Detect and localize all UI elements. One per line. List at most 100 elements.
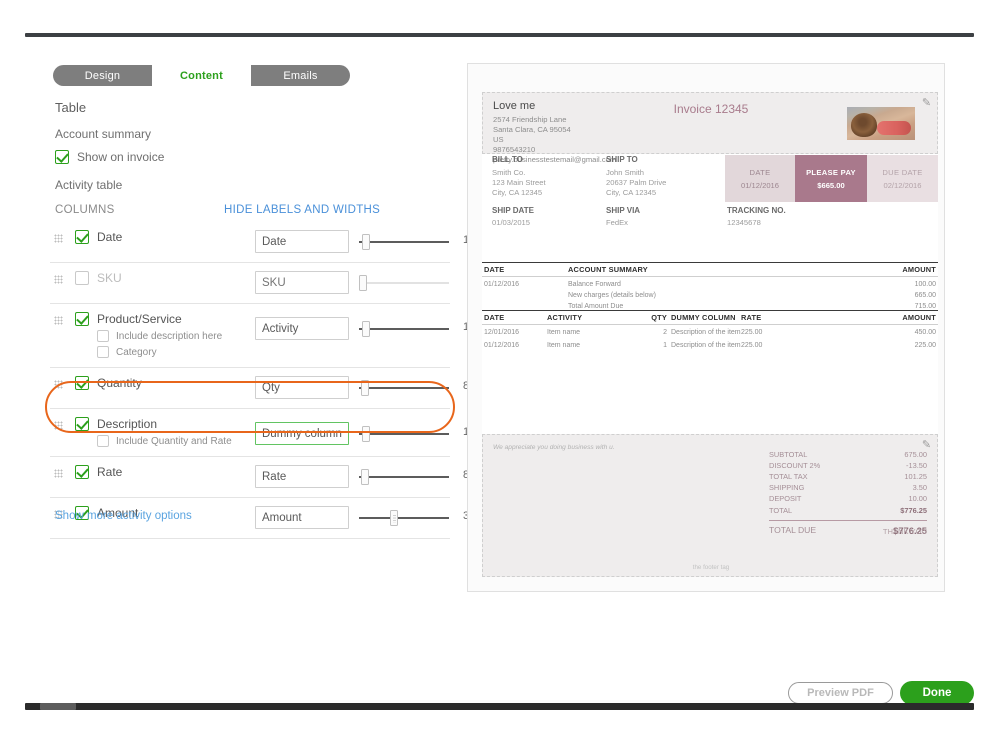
slider-thumb[interactable] <box>362 234 371 250</box>
column-checkbox[interactable] <box>75 465 89 479</box>
acct-row-date <box>482 291 568 302</box>
show-on-invoice-checkbox[interactable] <box>55 150 69 164</box>
account-summary-row: 01/12/2016 Balance Forward 100.00 <box>482 277 938 291</box>
column-header-input[interactable] <box>255 271 349 294</box>
slider-thumb[interactable] <box>359 275 367 291</box>
preview-pdf-button[interactable]: Preview PDF <box>788 682 893 704</box>
edit-header-pencil-icon[interactable]: ✎ <box>920 97 933 110</box>
column-row-product-service[interactable]: Product/Service Include description here C… <box>50 304 475 368</box>
column-sub-checkbox[interactable] <box>97 330 109 342</box>
column-checkbox[interactable] <box>75 230 89 244</box>
horizontal-scrollbar[interactable] <box>25 703 974 710</box>
bill-ship-band: BILL TO Smith Co. 123 Main Street City, … <box>482 155 938 202</box>
column-label: Product/Service <box>97 312 182 326</box>
tab-design[interactable]: Design <box>53 65 152 86</box>
company-country: US <box>493 134 504 144</box>
activity-row: 12/01/2016 Item name 2 Description of the i… <box>482 325 938 338</box>
column-sub-checkbox[interactable] <box>97 435 109 447</box>
column-row-toggle[interactable]: Quantity <box>75 376 251 390</box>
horizontal-scrollbar-thumb[interactable] <box>40 703 76 710</box>
company-logo[interactable] <box>847 107 915 140</box>
column-sub-checkbox[interactable] <box>97 346 109 358</box>
act-col-dummy: DUMMY COLUMN <box>671 313 736 322</box>
activity-row-activity: Item name <box>547 342 581 349</box>
show-on-invoice-row[interactable]: Show on invoice <box>55 150 164 164</box>
column-checkbox[interactable] <box>75 312 89 326</box>
slider-thumb[interactable] <box>360 469 369 485</box>
act-col-rate: RATE <box>741 313 762 322</box>
column-header-input[interactable] <box>255 506 349 529</box>
invoice-totals-block[interactable]: ✎ We appreciate you doing business with … <box>482 434 938 577</box>
column-width-slider[interactable]: 8 <box>359 465 469 488</box>
slider-track <box>359 517 449 519</box>
activity-table-label: Activity table <box>55 178 123 192</box>
column-row-date[interactable]: Date 14 <box>50 222 475 263</box>
column-sub-option[interactable]: Include description here <box>97 330 251 342</box>
slider-thumb[interactable] <box>390 510 399 526</box>
acct-col-date: DATE <box>484 265 505 274</box>
show-more-activity-options-link[interactable]: Show more activity options <box>55 510 192 522</box>
column-header-input[interactable] <box>255 376 349 399</box>
act-col-amount: AMOUNT <box>902 313 936 322</box>
column-row-main: Rate <box>75 465 251 479</box>
column-sub-option[interactable]: Category <box>97 346 251 358</box>
column-header-input[interactable] <box>255 465 349 488</box>
due-date-value: 02/12/2016 <box>883 180 922 190</box>
invoice-memo: We appreciate you doing business with u. <box>493 444 615 451</box>
activity-row-dummy: Description of the item <box>671 342 741 349</box>
drag-handle-icon[interactable] <box>54 316 63 325</box>
account-summary-label: Account summary <box>55 127 152 141</box>
column-width-slider[interactable]: 39 <box>359 506 475 529</box>
slider-thumb[interactable] <box>362 321 371 337</box>
drag-handle-icon[interactable] <box>54 275 63 284</box>
column-row-main: SKU <box>75 271 251 285</box>
column-width-slider[interactable]: 15 <box>359 422 475 445</box>
tab-emails[interactable]: Emails <box>251 65 350 86</box>
column-row-toggle[interactable]: SKU <box>75 271 251 285</box>
column-sub-option[interactable]: Include Quantity and Rate <box>97 435 251 447</box>
total-value: 10.00 <box>908 494 928 504</box>
activity-row-rate: 225.00 <box>741 342 763 349</box>
ship-via-key: SHIP VIA <box>606 206 641 215</box>
drag-handle-icon[interactable] <box>54 421 63 430</box>
slider-track <box>359 282 449 284</box>
column-width-slider[interactable]: 14 <box>359 230 475 253</box>
slider-thumb[interactable] <box>362 426 371 442</box>
total-row: SUBTOTAL 675.00 <box>769 449 927 460</box>
page-title: Table <box>55 100 87 115</box>
column-row-toggle[interactable]: Description <box>75 417 251 431</box>
column-row-quantity[interactable]: Quantity 8 <box>50 368 469 409</box>
drag-handle-icon[interactable] <box>54 234 63 243</box>
column-row-description[interactable]: Description Include Quantity and Rate 15 <box>50 409 475 457</box>
column-row-toggle[interactable]: Date <box>75 230 251 244</box>
column-row-sku[interactable]: SKU <box>50 263 450 304</box>
slider-track <box>359 476 449 478</box>
column-checkbox[interactable] <box>75 376 89 390</box>
total-key: DISCOUNT 2% <box>769 461 821 471</box>
column-header-input[interactable] <box>255 230 349 253</box>
column-row-toggle[interactable]: Rate <box>75 465 251 479</box>
column-checkbox[interactable] <box>75 417 89 431</box>
column-row-rate[interactable]: Rate 8 <box>50 457 469 498</box>
done-button[interactable]: Done <box>900 681 974 705</box>
tab-content[interactable]: Content <box>152 65 251 86</box>
activity-row-date: 01/12/2016 <box>484 342 520 349</box>
drag-handle-icon[interactable] <box>54 380 63 389</box>
invoice-date-value: 01/12/2016 <box>740 180 779 190</box>
column-width-slider[interactable]: 8 <box>359 376 469 399</box>
slider-thumb[interactable] <box>360 380 369 396</box>
please-pay-value: $665.00 <box>817 180 845 190</box>
column-header-input[interactable] <box>255 317 349 340</box>
column-row-toggle[interactable]: Product/Service <box>75 312 251 326</box>
column-header-input[interactable] <box>255 422 349 445</box>
column-width-slider[interactable]: 15 <box>359 317 475 340</box>
hide-labels-and-widths-link[interactable]: HIDE LABELS AND WIDTHS <box>224 204 380 216</box>
drag-handle-icon[interactable] <box>54 469 63 478</box>
invoice-header-block[interactable]: Love me 2574 Friendship Lane Santa Clara… <box>482 92 938 164</box>
column-width-slider[interactable] <box>359 271 449 294</box>
column-checkbox[interactable] <box>75 271 89 285</box>
column-row-main: Quantity <box>75 376 251 390</box>
column-label: Date <box>97 230 123 244</box>
total-key: TOTAL <box>769 505 793 515</box>
act-col-activity: ACTIVITY <box>547 313 583 322</box>
